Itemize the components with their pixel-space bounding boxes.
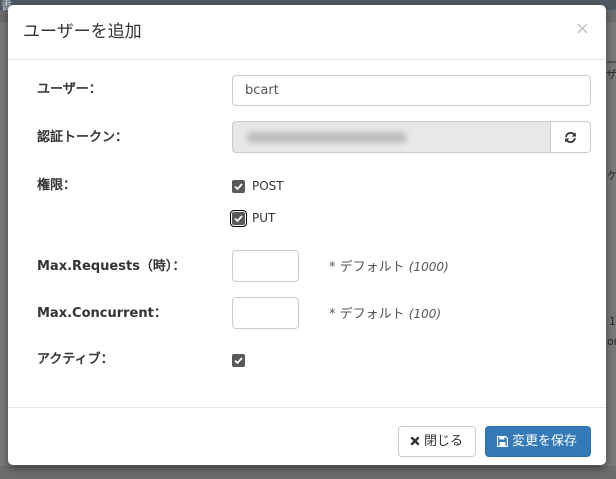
save-changes-label: 変更を保存	[512, 434, 578, 449]
post-permission-label: POST	[252, 179, 284, 193]
background-text-fragment: 1	[609, 315, 616, 328]
user-input[interactable]	[232, 75, 591, 106]
background-text-fragment: ケ	[607, 169, 616, 182]
times-icon	[410, 436, 420, 446]
user-label: ユーザー：	[37, 82, 102, 97]
max-concurrent-label: Max.Concurrent：	[37, 306, 167, 321]
put-permission-checkbox[interactable]	[230, 210, 247, 227]
refresh-icon	[565, 132, 576, 143]
permissions-label: 権限：	[37, 178, 77, 193]
check-icon	[234, 183, 243, 191]
close-button[interactable]: 閉じる	[398, 426, 476, 457]
max-requests-label: Max.Requests（時）：	[37, 259, 186, 274]
token-field[interactable]	[232, 121, 551, 153]
dialog-header: ユーザーを追加 ×	[8, 5, 606, 60]
check-icon	[234, 357, 243, 365]
active-checkbox[interactable]	[232, 354, 245, 367]
dialog-title: ユーザーを追加	[23, 22, 142, 42]
close-icon[interactable]: ×	[575, 19, 590, 39]
dialog-footer: 閉じる 変更を保存	[8, 407, 606, 465]
regenerate-token-button[interactable]	[550, 121, 591, 153]
add-user-dialog: ユーザーを追加 × ユーザー： 認証トークン： 権限： POST PUT Max…	[8, 5, 606, 465]
put-permission-label: PUT	[252, 211, 276, 225]
post-permission-checkbox[interactable]	[232, 180, 245, 193]
max-concurrent-hint: * デフォルト (100)	[329, 307, 442, 322]
save-changes-button[interactable]: 変更を保存	[485, 426, 591, 457]
close-button-label: 閉じる	[424, 434, 464, 449]
token-value-redacted	[247, 132, 407, 143]
background-text-fragment: or	[607, 335, 616, 348]
background-text-fragment: ーザ	[606, 56, 616, 81]
max-requests-hint: * デフォルト (1000)	[329, 260, 449, 275]
save-icon	[497, 436, 508, 447]
active-label: アクティブ：	[37, 352, 114, 367]
max-concurrent-input[interactable]	[232, 297, 299, 329]
token-label: 認証トークン：	[37, 130, 129, 145]
max-requests-input[interactable]	[232, 250, 299, 282]
check-icon	[234, 215, 243, 223]
